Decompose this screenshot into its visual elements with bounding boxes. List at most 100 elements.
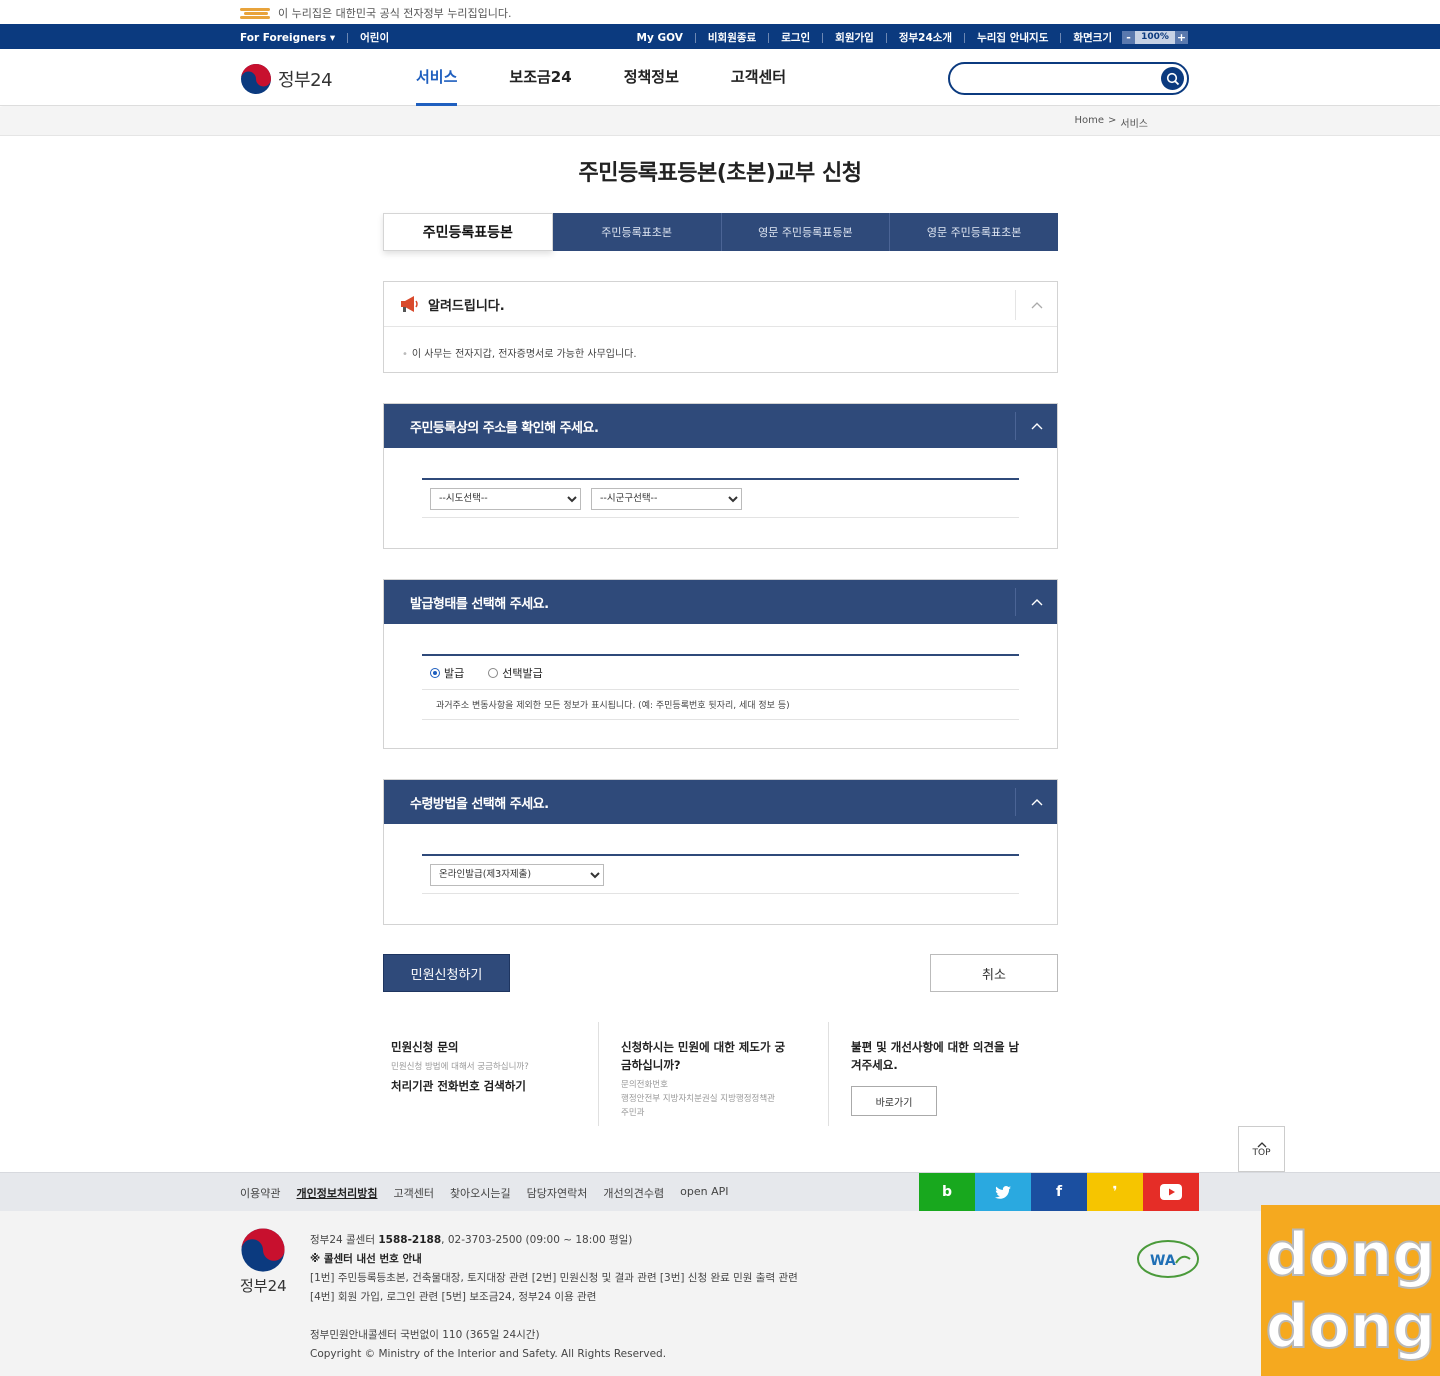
footer-logo: 정부24 bbox=[240, 1227, 287, 1296]
contacts-link[interactable]: 담당자연락처 bbox=[527, 1185, 588, 1201]
help-system-sub-3: 주민과 bbox=[621, 1108, 645, 1118]
svg-text:WA: WA bbox=[1150, 1253, 1176, 1269]
chevron-up-icon bbox=[1257, 1141, 1266, 1147]
taegeuk-icon bbox=[241, 1228, 285, 1272]
terms-link[interactable]: 이용약관 bbox=[240, 1185, 280, 1201]
about-link[interactable]: 정부24소개 bbox=[899, 30, 952, 45]
tab-resident-abstract[interactable]: 주민등록표초본 bbox=[552, 213, 722, 251]
help-feedback-title-2: 겨주세요. bbox=[851, 1058, 898, 1072]
logo-text: 정부24 bbox=[278, 70, 333, 91]
scroll-top-button[interactable]: TOP bbox=[1238, 1126, 1285, 1172]
zoom-control: - 100% + bbox=[1122, 31, 1188, 44]
feedback-go-button[interactable]: 바로가기 bbox=[851, 1086, 937, 1116]
address-collapse-toggle[interactable] bbox=[1015, 412, 1057, 440]
nav-customer-center[interactable]: 고객센터 bbox=[731, 49, 786, 106]
facebook-icon[interactable]: f bbox=[1031, 1173, 1087, 1211]
cancel-button[interactable]: 취소 bbox=[930, 954, 1058, 992]
screen-size-label: 화면크기 bbox=[1073, 32, 1112, 44]
watermark-logo: dong dong bbox=[1261, 1205, 1440, 1376]
search-input[interactable] bbox=[962, 70, 1152, 88]
zoom-out-button[interactable]: - bbox=[1122, 31, 1135, 44]
search-button[interactable] bbox=[1161, 67, 1184, 90]
sido-select[interactable]: --시도선택-- bbox=[430, 487, 581, 510]
receive-method-select[interactable]: 온라인발급(제3자제출) bbox=[430, 863, 604, 886]
issue-radio-selective-label: 선택발급 bbox=[502, 666, 543, 680]
extension-guide-line-1: [1번] 주민등록등초본, 건축물대장, 토지대장 관련 [2번] 민원신청 및… bbox=[310, 1272, 798, 1284]
search-box bbox=[948, 62, 1189, 95]
civil-callcenter-info: 정부민원안내콜센터 국번없이 110 (365일 24시간) bbox=[310, 1329, 540, 1341]
nav-subsidy[interactable]: 보조금24 bbox=[509, 49, 571, 106]
footer-info: 정부24 콜센터 1588-2188, 02-3703-2500 (09:00 … bbox=[310, 1231, 798, 1364]
issue-type-collapse-toggle[interactable] bbox=[1015, 588, 1057, 616]
receive-method-collapse-toggle[interactable] bbox=[1015, 788, 1057, 816]
guest-exit-link[interactable]: 비회원종료 bbox=[708, 30, 756, 45]
extension-guide-line-2: [4번] 회원 가입, 로그인 관련 [5번] 보조금24, 정부24 이용 관… bbox=[310, 1291, 597, 1303]
chevron-up-icon bbox=[1031, 302, 1042, 309]
directions-link[interactable]: 찾아오시는길 bbox=[450, 1185, 511, 1201]
watermark-text-1: dong bbox=[1265, 1219, 1437, 1291]
privacy-policy-link[interactable]: 개인정보처리방침 bbox=[296, 1185, 377, 1201]
nav-policy[interactable]: 정책정보 bbox=[624, 49, 679, 106]
notice-header: 알려드립니다. bbox=[384, 282, 1057, 327]
chevron-up-icon bbox=[1031, 423, 1042, 430]
radio-checked-icon bbox=[430, 667, 440, 678]
agency-phone-search-link[interactable]: 처리기관 전화번호 검색하기 bbox=[391, 1078, 590, 1094]
issue-type-radio-group: 발급 선택발급 bbox=[430, 665, 543, 681]
mygov-link[interactable]: My GOV bbox=[637, 32, 683, 44]
breadcrumb-home[interactable]: Home bbox=[1074, 115, 1104, 130]
blog-icon[interactable]: b bbox=[919, 1173, 975, 1211]
help-inquiry-column: 민원신청 문의 민원신청 방법에 대해서 궁금하십니까? 처리기관 전화번호 검… bbox=[383, 1022, 598, 1126]
sigungu-select[interactable]: --시군구선택-- bbox=[591, 487, 742, 510]
issue-radio-full[interactable]: 발급 bbox=[430, 665, 464, 681]
issue-radio-selective[interactable]: 선택발급 bbox=[488, 665, 543, 681]
help-inquiry-sub: 민원신청 방법에 대해서 궁금하십니까? bbox=[391, 1062, 529, 1072]
footer-links-bar: 이용약관 개인정보처리방침 고객센터 찾아오시는길 담당자연락처 개선의견수렴 … bbox=[0, 1172, 1440, 1211]
footer-logo-text: 정부24 bbox=[240, 1277, 287, 1295]
address-section-header: 주민등록상의 주소를 확인해 주세요. bbox=[384, 404, 1057, 448]
feedback-link[interactable]: 개선의견수렴 bbox=[603, 1185, 664, 1201]
tab-english-copy[interactable]: 영문 주민등록표등본 bbox=[721, 213, 891, 251]
help-system-title-1: 신청하시는 민원에 대한 제도가 궁 bbox=[621, 1040, 786, 1054]
login-link[interactable]: 로그인 bbox=[781, 30, 810, 45]
receive-method-section-header: 수령방법을 선택해 주세요. bbox=[384, 780, 1057, 824]
site-logo[interactable]: 정부24 bbox=[240, 63, 333, 95]
header: 정부24 서비스 보조금24 정책정보 고객센터 bbox=[0, 49, 1440, 106]
notice-body: • 이 사무는 전자지갑, 전자증명서로 가능한 사무입니다. bbox=[384, 327, 1057, 378]
extension-guide-title: ※ 콜센터 내선 번호 안내 bbox=[310, 1253, 422, 1265]
zoom-in-button[interactable]: + bbox=[1175, 31, 1188, 44]
sns-links: b f ❜ bbox=[919, 1173, 1199, 1211]
twitter-icon[interactable] bbox=[975, 1173, 1031, 1211]
bullet-icon: • bbox=[402, 349, 408, 360]
page-title: 주민등록표등본(초본)교부 신청 bbox=[578, 161, 862, 186]
breadcrumb-current[interactable]: 서비스 bbox=[1120, 115, 1148, 130]
signup-link[interactable]: 회원가입 bbox=[835, 30, 874, 45]
for-foreigners-link[interactable]: For Foreigners ▾ bbox=[240, 32, 335, 44]
open-api-link[interactable]: open API bbox=[680, 1185, 728, 1201]
help-system-title-2: 금하십니까? bbox=[621, 1058, 681, 1072]
utility-bar: For Foreigners ▾ 어린이 My GOV 비회원종료 로그인 회원… bbox=[0, 24, 1440, 49]
nav-service[interactable]: 서비스 bbox=[416, 49, 458, 106]
customer-center-link[interactable]: 고객센터 bbox=[393, 1185, 433, 1201]
kakao-story-icon[interactable]: ❜ bbox=[1087, 1173, 1143, 1211]
kids-link[interactable]: 어린이 bbox=[360, 30, 389, 45]
official-banner-text: 이 누리집은 대한민국 공식 전자정부 누리집입니다. bbox=[278, 7, 512, 20]
main-nav: 서비스 보조금24 정책정보 고객센터 bbox=[416, 49, 838, 106]
tab-english-abstract[interactable]: 영문 주민등록표초본 bbox=[890, 213, 1058, 251]
help-inquiry-title: 민원신청 문의 bbox=[391, 1040, 459, 1054]
breadcrumb: Home > 서비스 bbox=[1074, 115, 1148, 130]
zoom-value: 100% bbox=[1135, 31, 1175, 44]
footer: 정부24 정부24 콜센터 1588-2188, 02-3703-2500 (0… bbox=[0, 1211, 1440, 1376]
breadcrumb-separator: > bbox=[1108, 115, 1117, 126]
callcenter-number: 1588-2188 bbox=[378, 1234, 442, 1246]
issue-type-section-title: 발급형태를 선택해 주세요. bbox=[410, 596, 549, 612]
search-icon bbox=[1166, 72, 1179, 85]
sitemap-link[interactable]: 누리집 안내지도 bbox=[977, 30, 1048, 45]
issue-type-section-header: 발급형태를 선택해 주세요. bbox=[384, 580, 1057, 624]
address-section: 주민등록상의 주소를 확인해 주세요. --시도선택-- --시군구선택-- bbox=[383, 403, 1058, 549]
tab-resident-copy[interactable]: 주민등록표등본 bbox=[383, 213, 553, 251]
youtube-icon[interactable] bbox=[1143, 1173, 1199, 1211]
help-system-sub-1: 문의전화번호 bbox=[621, 1080, 668, 1090]
submit-application-button[interactable]: 민원신청하기 bbox=[383, 954, 510, 992]
notice-collapse-toggle[interactable] bbox=[1015, 290, 1057, 320]
issue-type-section: 발급형태를 선택해 주세요. 발급 선택발급 과거주소 변동사항을 제외한 모든… bbox=[383, 579, 1058, 749]
